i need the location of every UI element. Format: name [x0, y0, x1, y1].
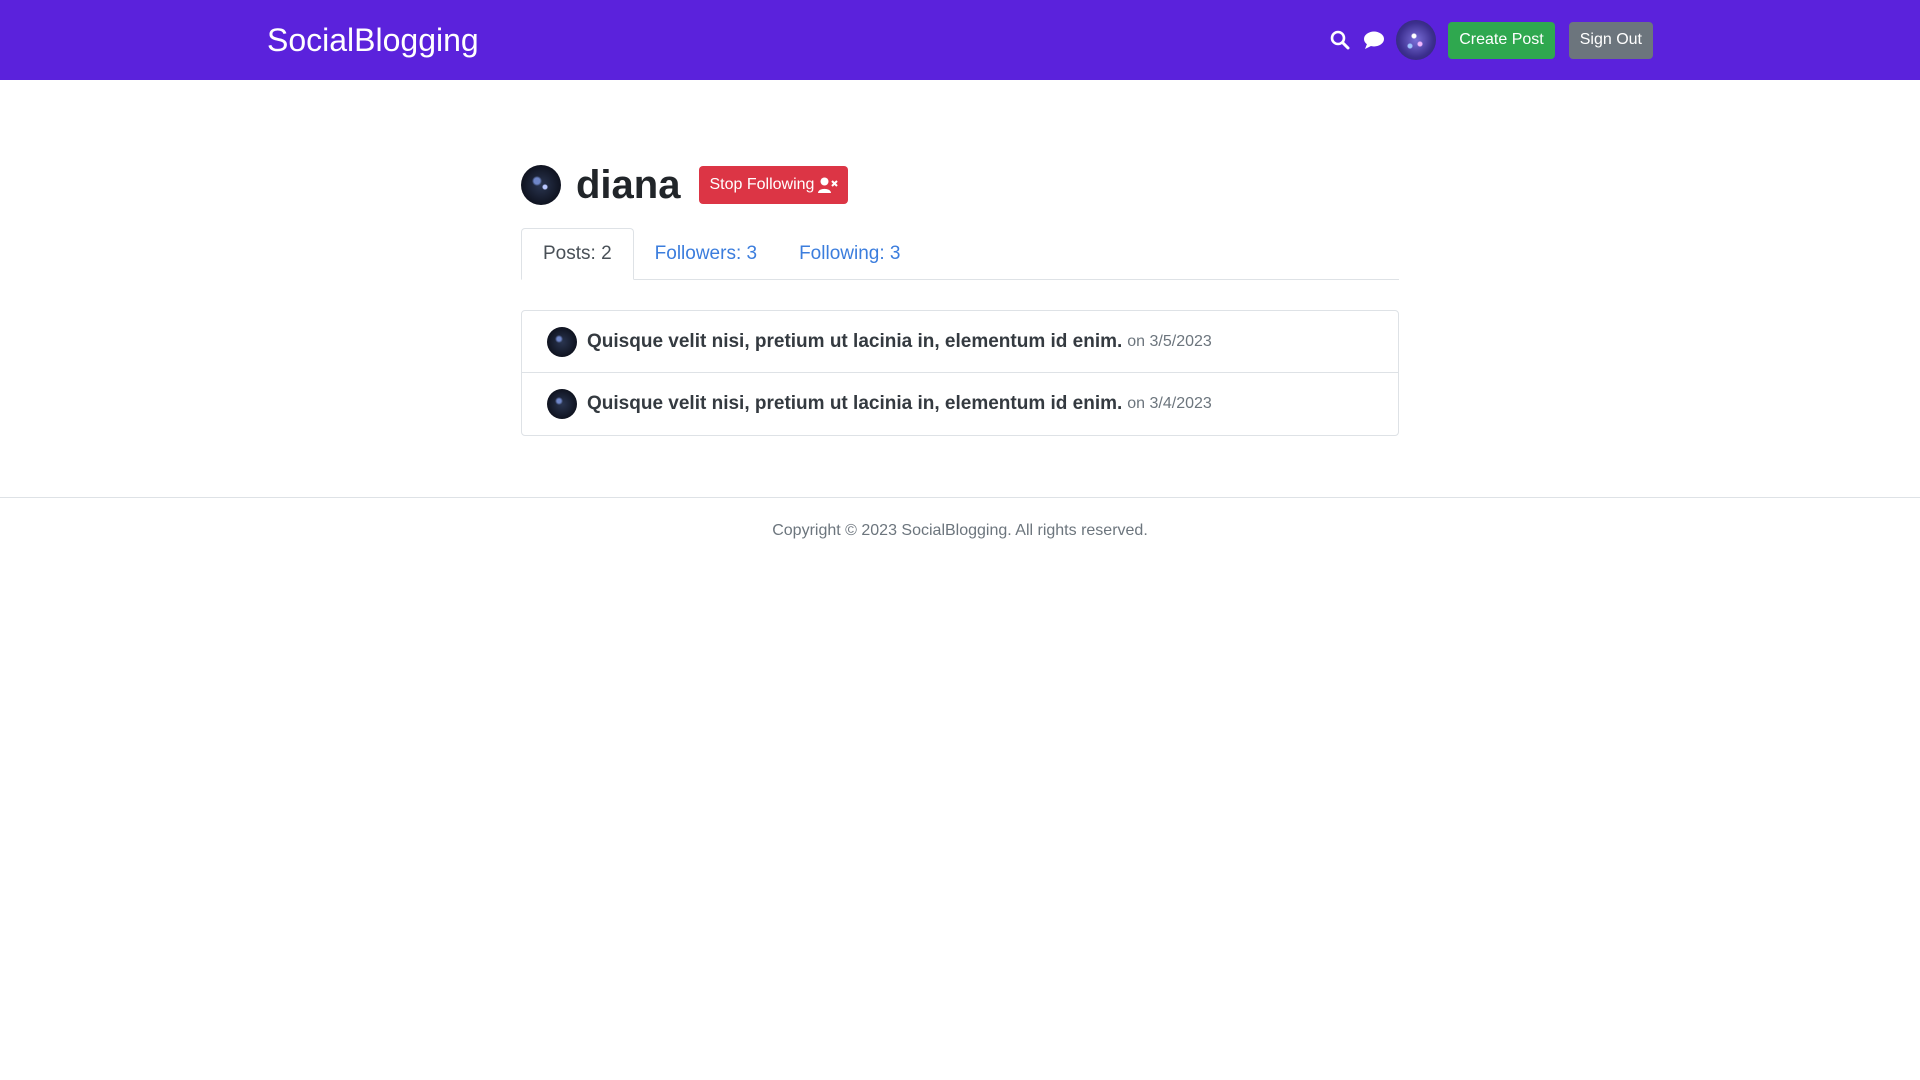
post-date: on 3/5/2023: [1127, 332, 1212, 350]
list-item[interactable]: Quisque velit nisi, pretium ut lacinia i…: [522, 311, 1398, 373]
post-author-avatar: [547, 326, 577, 357]
post-date: on 3/4/2023: [1127, 395, 1212, 412]
nav-actions: Create Post Sign Out: [1323, 20, 1653, 60]
profile-username: diana: [576, 163, 681, 207]
profile-avatar: [521, 165, 561, 205]
stop-following-button[interactable]: Stop Following: [699, 166, 849, 204]
post-list: Quisque velit nisi, pretium ut lacinia i…: [521, 310, 1399, 436]
profile-header: diana Stop Following: [521, 164, 1399, 206]
profile-tabs: Posts: 2 Followers: 3 Following: 3: [521, 228, 1399, 280]
tab-following[interactable]: Following: 3: [778, 228, 921, 280]
list-item[interactable]: Quisque velit nisi, pretium ut lacinia i…: [522, 373, 1398, 435]
page-footer: Copyright © 2023 SocialBlogging. All rig…: [0, 497, 1920, 567]
top-navbar: SocialBlogging Create Post Sign Out: [0, 0, 1920, 80]
post-title: Quisque velit nisi, pretium ut lacinia i…: [587, 330, 1123, 352]
user-times-icon: [818, 177, 839, 193]
tab-followers[interactable]: Followers: 3: [634, 228, 778, 280]
profile-section: diana Stop Following Posts: 2 Followers:…: [521, 164, 1399, 436]
search-icon[interactable]: [1323, 20, 1357, 60]
post-author-avatar: [547, 389, 577, 419]
footer-copyright: Copyright © 2023 SocialBlogging. All rig…: [772, 522, 1148, 539]
sign-out-button[interactable]: Sign Out: [1568, 21, 1653, 59]
user-avatar[interactable]: [1396, 20, 1437, 60]
post-title: Quisque velit nisi, pretium ut lacinia i…: [587, 393, 1123, 414]
brand-logo-link[interactable]: SocialBlogging: [267, 20, 479, 60]
stop-following-label: Stop Following: [709, 176, 815, 193]
tab-posts[interactable]: Posts: 2: [521, 228, 634, 280]
create-post-button[interactable]: Create Post: [1448, 21, 1555, 59]
chat-icon[interactable]: [1357, 20, 1391, 60]
